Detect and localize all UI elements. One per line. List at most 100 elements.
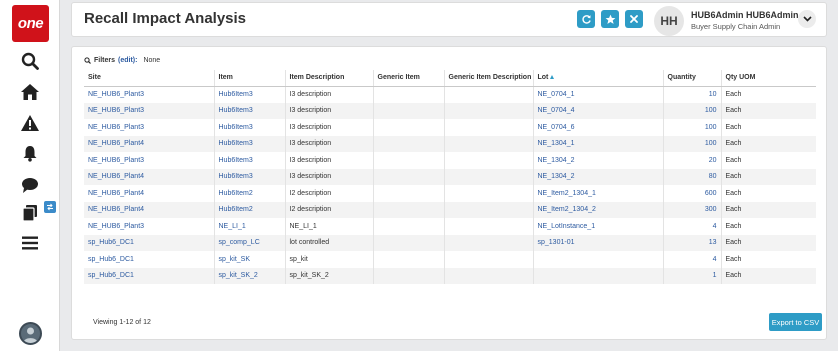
column-header-item[interactable]: Item — [214, 70, 286, 87]
chat-icon[interactable] — [19, 174, 41, 196]
item-description-cell: I3 description — [285, 86, 374, 103]
lot-cell[interactable]: NE_0704_4 — [533, 102, 664, 119]
item-cell[interactable]: Hub6Item3 — [214, 86, 286, 103]
quantity-cell[interactable]: 80 — [663, 168, 722, 185]
quantity-cell[interactable]: 4 — [663, 218, 722, 235]
site-cell[interactable]: sp_Hub6_DC1 — [84, 234, 215, 251]
site-cell[interactable]: NE_HUB6_Plant4 — [84, 168, 215, 185]
lot-cell[interactable]: NE_1304_2 — [533, 168, 664, 185]
copy-icon[interactable] — [19, 202, 41, 224]
quantity-cell[interactable]: 10 — [663, 86, 722, 103]
generic-item-cell — [373, 86, 445, 103]
refresh-button[interactable] — [577, 10, 595, 28]
generic-item-description-cell — [444, 185, 534, 202]
filters-edit-link[interactable]: (edit): — [118, 57, 137, 64]
generic-item-description-cell — [444, 218, 534, 235]
quantity-cell[interactable]: 1 — [663, 267, 722, 284]
site-cell[interactable]: NE_HUB6_Plant4 — [84, 135, 215, 152]
site-cell[interactable]: NE_HUB6_Plant3 — [84, 218, 215, 235]
filters-value: None — [143, 57, 161, 64]
item-description-cell: I3 description — [285, 119, 374, 136]
site-cell[interactable]: NE_HUB6_Plant3 — [84, 119, 215, 136]
user-initials-avatar[interactable]: HH — [654, 6, 684, 36]
generic-item-description-cell — [444, 119, 534, 136]
column-header-item-description[interactable]: Item Description — [285, 70, 374, 87]
column-header-qty-uom[interactable]: Qty UOM — [721, 70, 816, 87]
item-cell[interactable]: Hub6Item3 — [214, 152, 286, 169]
user-avatar[interactable] — [19, 322, 42, 345]
column-header-generic-item-description[interactable]: Generic Item Description — [444, 70, 534, 87]
quantity-cell[interactable]: 13 — [663, 234, 722, 251]
qty-uom-cell: Each — [721, 168, 816, 185]
search-icon — [84, 57, 91, 64]
table-row: NE_HUB6_Plant4 Hub6Item3 I3 description NE_… — [84, 135, 816, 152]
alert-icon[interactable] — [19, 112, 41, 134]
site-cell[interactable]: NE_HUB6_Plant3 — [84, 86, 215, 103]
generic-item-description-cell — [444, 168, 534, 185]
site-cell[interactable]: NE_HUB6_Plant4 — [84, 201, 215, 218]
table-row: NE_HUB6_Plant3 Hub6Item3 I3 description NE_… — [84, 102, 816, 119]
column-header-quantity[interactable]: Quantity — [663, 70, 722, 87]
qty-uom-cell: Each — [725, 156, 742, 164]
left-nav-rail: one — [0, 0, 60, 351]
user-role: Buyer Supply Chain Admin — [691, 22, 781, 31]
item-description-cell: I2 description — [285, 201, 374, 218]
item-cell[interactable]: Hub6Item3 — [214, 135, 286, 152]
quantity-cell[interactable]: 600 — [663, 185, 722, 202]
item-cell[interactable]: sp_kit_SK — [214, 251, 286, 268]
site-cell[interactable]: NE_HUB6_Plant3 — [84, 102, 215, 119]
lot-cell[interactable]: sp_1301-01 — [533, 234, 664, 251]
column-header-lot[interactable]: Lot — [533, 70, 664, 87]
quantity-cell[interactable]: 100 — [663, 102, 722, 119]
item-cell[interactable]: Hub6Item3 — [214, 119, 286, 136]
item-cell[interactable]: Hub6Item3 — [214, 102, 286, 119]
search-icon[interactable] — [19, 50, 41, 72]
lot-cell[interactable]: NE_Item2_1304_2 — [533, 201, 664, 218]
lot-cell[interactable]: NE_LotInstance_1 — [533, 218, 664, 235]
close-button[interactable] — [625, 10, 643, 28]
bell-icon[interactable] — [19, 142, 41, 164]
quantity-cell[interactable]: 100 — [663, 135, 722, 152]
item-cell[interactable]: Hub6Item3 — [214, 168, 286, 185]
generic-item-description-cell — [444, 102, 534, 119]
lot-cell[interactable]: NE_1304_1 — [533, 135, 664, 152]
lot-cell[interactable]: NE_0704_1 — [533, 86, 664, 103]
lot-cell[interactable]: NE_Item2_1304_1 — [533, 185, 664, 202]
star-icon — [605, 14, 615, 24]
site-cell[interactable]: sp_Hub6_DC1 — [84, 251, 215, 268]
site-cell[interactable]: NE_HUB6_Plant3 — [84, 152, 215, 169]
quantity-cell[interactable]: 20 — [663, 152, 722, 169]
lot-cell[interactable] — [533, 251, 664, 268]
lot-cell[interactable] — [533, 267, 664, 284]
app-logo[interactable]: one — [12, 5, 49, 42]
menu-icon[interactable] — [19, 232, 41, 254]
item-cell[interactable]: sp_kit_SK_2 — [214, 267, 286, 284]
lot-cell[interactable]: NE_1304_2 — [533, 152, 664, 169]
column-header-site[interactable]: Site — [84, 70, 215, 87]
quantity-cell[interactable]: 4 — [663, 251, 722, 268]
qty-uom-cell: Each — [721, 267, 816, 284]
generic-item-cell — [373, 135, 445, 152]
quantity-cell[interactable]: 300 — [663, 201, 722, 218]
generic-item-cell — [373, 218, 445, 235]
qty-uom-cell: Each — [725, 222, 742, 230]
table-row: NE_HUB6_Plant4 Hub6Item3 I3 description NE_… — [84, 168, 816, 185]
generic-item-description-cell — [444, 251, 534, 268]
site-cell[interactable]: NE_HUB6_Plant4 — [84, 185, 215, 202]
qty-uom-cell: Each — [725, 123, 742, 131]
user-menu-toggle[interactable] — [798, 10, 816, 28]
home-icon[interactable] — [19, 81, 41, 103]
item-cell[interactable]: Hub6Item2 — [214, 201, 286, 218]
favorite-button[interactable] — [601, 10, 619, 28]
lot-cell[interactable]: NE_0704_6 — [533, 119, 664, 136]
switch-badge-icon[interactable] — [44, 201, 56, 213]
table-row: sp_Hub6_DC1 sp_kit_SK_2 sp_kit_SK_2 1 Each — [84, 267, 816, 284]
item-cell[interactable]: NE_LI_1 — [214, 218, 286, 235]
column-header-generic-item[interactable]: Generic Item — [373, 70, 445, 87]
item-cell[interactable]: sp_comp_LC — [214, 234, 286, 251]
quantity-cell[interactable]: 100 — [663, 119, 722, 136]
item-cell[interactable]: Hub6Item2 — [214, 185, 286, 202]
item-description-cell: I2 description — [285, 185, 374, 202]
site-cell[interactable]: sp_Hub6_DC1 — [84, 267, 215, 284]
export-csv-button[interactable]: Export to CSV — [769, 313, 822, 331]
